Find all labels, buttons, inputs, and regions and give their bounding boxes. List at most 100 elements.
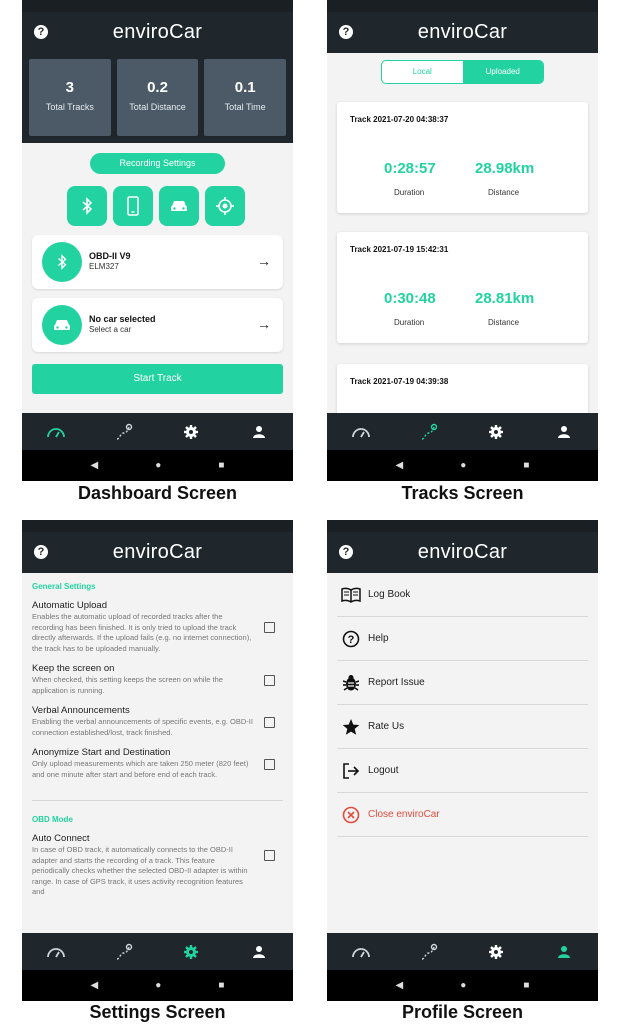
home-icon[interactable]: ● <box>460 980 466 991</box>
profile-screen: ? enviroCar Log Book ? Help Report Issue <box>327 520 598 1001</box>
setting-automatic-upload[interactable]: Automatic Upload Enables the automatic u… <box>32 600 283 654</box>
caption-settings: Settings Screen <box>89 1002 226 1022</box>
setting-title: Keep the screen on <box>32 663 115 674</box>
nav-tracks[interactable] <box>395 413 463 450</box>
home-icon[interactable]: ● <box>460 460 466 471</box>
tracks-source-toggle: Local Uploaded <box>381 60 544 84</box>
tracks-screen: ? enviroCar Local Uploaded Track 2021-07… <box>327 0 598 481</box>
checkbox[interactable] <box>264 622 275 633</box>
bottom-nav <box>22 413 293 450</box>
nav-tracks[interactable] <box>90 413 158 450</box>
setting-description: When checked, this setting keeps the scr… <box>32 675 223 695</box>
duration-label: Duration <box>394 318 425 327</box>
nav-settings[interactable] <box>158 413 226 450</box>
menu-item-help[interactable]: ? Help <box>337 617 588 661</box>
gps-icon[interactable] <box>205 186 245 226</box>
setting-auto-connect[interactable]: Auto Connect In case of OBD track, it au… <box>32 833 283 898</box>
nav-profile[interactable] <box>225 933 293 970</box>
recents-icon[interactable]: ■ <box>218 980 224 991</box>
menu-item-label: Help <box>368 633 389 644</box>
nav-dashboard[interactable] <box>22 933 90 970</box>
caption-dashboard: Dashboard Screen <box>77 483 238 503</box>
back-icon[interactable]: ◀ <box>91 460 99 471</box>
home-icon[interactable]: ● <box>155 460 161 471</box>
nav-tracks[interactable] <box>90 933 158 970</box>
recents-icon[interactable]: ■ <box>523 460 529 471</box>
recents-icon[interactable]: ■ <box>523 980 529 991</box>
back-icon[interactable]: ◀ <box>396 460 404 471</box>
nav-dashboard[interactable] <box>327 413 395 450</box>
caption-profile: Profile Screen <box>401 1002 524 1022</box>
profile-menu: Log Book ? Help Report Issue Rate Us Log… <box>337 573 588 837</box>
nav-dashboard[interactable] <box>22 413 90 450</box>
setting-title: Anonymize Start and Destination <box>32 747 171 758</box>
tracks-icon <box>116 943 132 960</box>
arrow-right-icon: → <box>257 316 271 332</box>
app-header: ? enviroCar <box>22 12 293 53</box>
obd-adapter-card[interactable]: OBD-II V9 ELM327 → <box>32 235 283 289</box>
tab-uploaded[interactable]: Uploaded <box>462 61 543 83</box>
menu-item-rate-us[interactable]: Rate Us <box>337 705 588 749</box>
setting-title: Auto Connect <box>32 833 90 844</box>
stat-value: 0.2 <box>147 79 168 96</box>
tracks-icon <box>116 423 132 440</box>
setting-title: Automatic Upload <box>32 600 107 611</box>
checkbox[interactable] <box>264 674 275 686</box>
back-icon[interactable]: ◀ <box>91 980 99 991</box>
track-title: Track 2021-07-19 15:42:31 <box>350 245 449 254</box>
obd-mode-header: OBD Mode <box>32 815 73 824</box>
checkbox[interactable] <box>264 716 275 728</box>
home-icon[interactable]: ● <box>155 980 161 991</box>
nav-settings[interactable] <box>463 933 531 970</box>
setting-verbal-announcements[interactable]: Verbal Announcements Enabling the verbal… <box>32 705 283 738</box>
app-header: ? enviroCar <box>22 532 293 573</box>
logo-text: enviroCar <box>112 541 203 563</box>
track-distance: 28.98km <box>475 160 535 177</box>
bottom-nav <box>22 933 293 970</box>
nav-tracks[interactable] <box>395 933 463 970</box>
recording-settings-button[interactable]: Recording Settings <box>90 153 225 174</box>
track-title: Track 2021-07-20 04:38:37 <box>350 115 449 124</box>
setting-keep-screen-on[interactable]: Keep the screen on When checked, this se… <box>32 663 283 696</box>
start-track-button[interactable]: Start Track <box>32 364 283 394</box>
nav-settings[interactable] <box>463 413 531 450</box>
settings-list[interactable]: General Settings Automatic Upload Enable… <box>22 573 293 933</box>
nav-profile[interactable] <box>225 413 293 450</box>
status-bar <box>22 520 293 532</box>
nav-dashboard[interactable] <box>327 933 395 970</box>
back-icon[interactable]: ◀ <box>396 980 404 991</box>
setting-description: Enabling the verbal announcements of spe… <box>32 717 253 737</box>
track-card[interactable]: Track 2021-07-20 04:38:37 0:28:57 28.98k… <box>337 102 588 213</box>
menu-item-label: Report Issue <box>368 677 425 688</box>
tab-local[interactable]: Local <box>382 61 463 83</box>
menu-item-log-book[interactable]: Log Book <box>337 573 588 617</box>
menu-item-report-issue[interactable]: Report Issue <box>337 661 588 705</box>
bug-icon <box>340 672 362 694</box>
status-bar <box>327 520 598 532</box>
setting-description: Enables the automatic upload of recorded… <box>32 612 252 653</box>
close-circle-icon <box>340 804 362 826</box>
nav-profile[interactable] <box>530 933 598 970</box>
nav-profile[interactable] <box>530 413 598 450</box>
general-settings-header: General Settings <box>32 582 96 591</box>
track-distance: 28.81km <box>475 290 535 307</box>
car-icon[interactable] <box>159 186 199 226</box>
menu-item-close-app[interactable]: Close enviroCar <box>337 793 588 837</box>
car-select-card[interactable]: No car selected Select a car → <box>32 298 283 352</box>
dashboard-icon <box>46 427 65 437</box>
checkbox[interactable] <box>264 758 275 770</box>
recents-icon[interactable]: ■ <box>218 460 224 471</box>
track-card[interactable]: Track 2021-07-19 15:42:31 0:30:48 28.81k… <box>337 232 588 343</box>
nav-settings[interactable] <box>158 933 226 970</box>
dashboard-icon <box>351 947 370 957</box>
caption-tracks: Tracks Screen <box>401 483 524 503</box>
dashboard-screen: ? enviroCar 3 Total Tracks 0.2 Total Dis… <box>22 0 293 481</box>
phone-icon[interactable] <box>113 186 153 226</box>
menu-item-logout[interactable]: Logout <box>337 749 588 793</box>
setting-anonymize[interactable]: Anonymize Start and Destination Only upl… <box>32 747 283 780</box>
bluetooth-icon[interactable] <box>67 186 107 226</box>
menu-item-label: Log Book <box>368 589 411 600</box>
app-logo: enviroCar <box>327 21 598 44</box>
checkbox[interactable] <box>264 850 275 861</box>
stat-value: 0.1 <box>234 79 256 96</box>
